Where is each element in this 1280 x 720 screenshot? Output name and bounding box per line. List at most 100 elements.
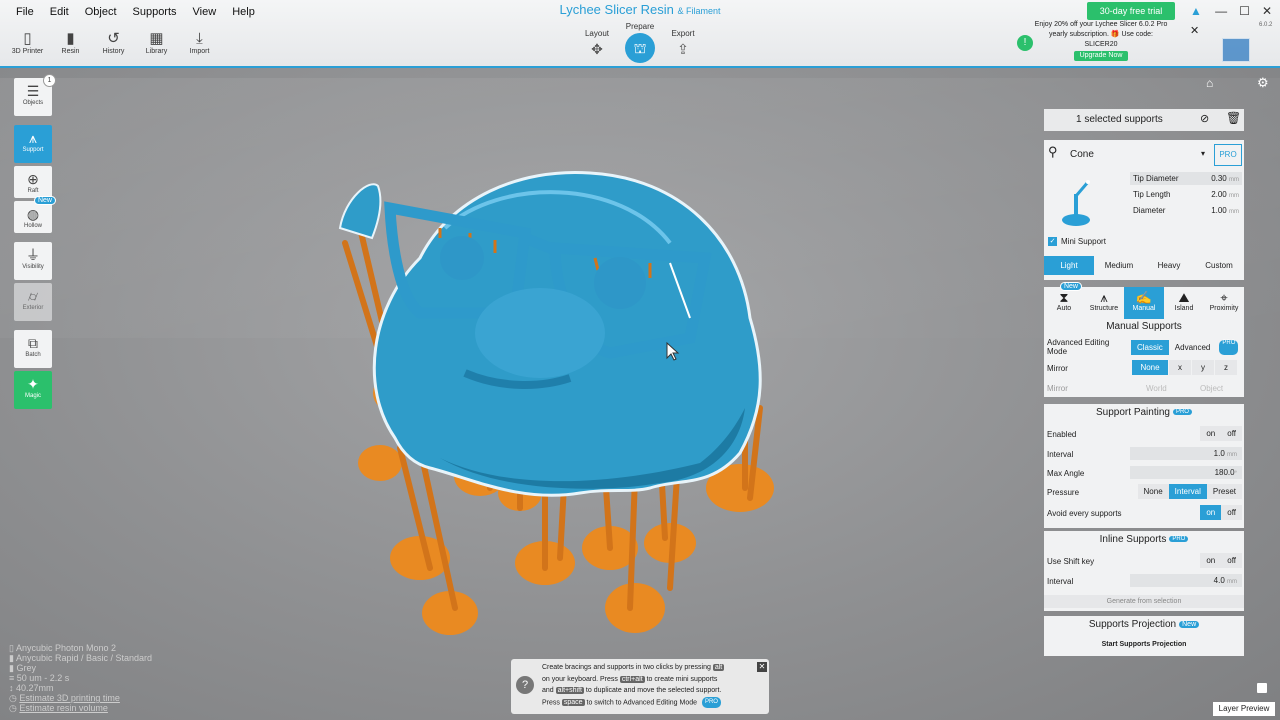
mirror-x[interactable]: x — [1169, 360, 1191, 375]
support-mode-manual[interactable]: ✍ Manual — [1124, 287, 1164, 319]
shift-key-toggle[interactable]: on off — [1200, 553, 1242, 568]
mirror-y[interactable]: y — [1192, 360, 1214, 375]
tip-text-3b: to duplicate and move the selected suppo… — [585, 687, 722, 694]
maximize-icon[interactable]: ☐ — [1239, 4, 1250, 18]
enabled-toggle[interactable]: on off — [1200, 426, 1242, 441]
estimate-time-link[interactable]: Estimate 3D printing time — [19, 693, 120, 703]
preset-light[interactable]: Light — [1044, 256, 1094, 275]
raft-button[interactable]: ⊕ Raft — [14, 166, 52, 198]
toggle-on[interactable]: on — [1200, 553, 1222, 568]
mirror-none[interactable]: None — [1132, 360, 1168, 375]
mode-layout[interactable]: Layout ✥ — [577, 29, 617, 58]
visibility-button[interactable]: ⏚ Visibility — [14, 242, 52, 280]
world-option: World — [1146, 384, 1167, 393]
advanced-mode-button[interactable]: Advanced — [1169, 340, 1217, 355]
batch-button[interactable]: ⧉ Batch — [14, 330, 52, 368]
generate-from-selection-button[interactable]: Generate from selection — [1044, 595, 1244, 608]
app-title-sub: & Filament — [677, 6, 721, 16]
diameter-row[interactable]: Diameter 1.00 mm — [1130, 204, 1242, 217]
estimate-volume-link[interactable]: Estimate resin volume — [19, 703, 108, 713]
minimize-icon[interactable]: — — [1215, 4, 1227, 18]
start-projection-button[interactable]: Start Supports Projection — [1044, 641, 1244, 648]
layer-row: ≡ 50 um - 2.2 s — [9, 673, 152, 683]
app-title-main: Lychee Slicer Resin — [559, 2, 674, 17]
interval-input[interactable]: 1.0 mm — [1130, 447, 1242, 460]
support-button[interactable]: ⩚ Support — [14, 125, 52, 163]
interval-unit: mm — [1227, 452, 1237, 458]
toggle-off[interactable]: off — [1221, 553, 1242, 568]
tool-label: 3D Printer — [11, 48, 44, 55]
magic-button[interactable]: ✦ Magic — [14, 371, 52, 409]
version-label: 6.0.2 — [1259, 22, 1273, 28]
pressure-none[interactable]: None — [1137, 484, 1169, 499]
toggle-on[interactable]: on — [1200, 426, 1222, 441]
free-trial-button[interactable]: 30-day free trial — [1087, 2, 1175, 20]
pressure-preset[interactable]: Preset — [1206, 484, 1242, 499]
mirror-z[interactable]: z — [1215, 360, 1237, 375]
pro-badge: PRO — [1219, 340, 1239, 355]
support-dimensions: Tip Diameter 0.30 mm Tip Length 2.00 mm Di… — [1130, 172, 1242, 217]
preset-heavy[interactable]: Heavy — [1144, 256, 1194, 275]
hollow-button[interactable]: ◍ Hollow New — [14, 196, 56, 233]
tip-text-4a: Press — [542, 699, 560, 707]
tool-import-button[interactable]: ⤓ Import — [178, 30, 221, 55]
classic-mode-button[interactable]: Classic — [1131, 340, 1169, 355]
support-mode-icon: ⛫ — [625, 33, 655, 63]
tool-library-button[interactable]: ▦ Library — [135, 30, 178, 55]
pro-badge: PRO — [1172, 409, 1192, 416]
delete-icon[interactable]: 🗑 — [1226, 111, 1241, 125]
preset-medium[interactable]: Medium — [1094, 256, 1144, 275]
max-angle-label: Max Angle — [1047, 469, 1085, 478]
tip-text-4b: to switch to Advanced Editing Mode — [586, 699, 698, 707]
close-tip-icon[interactable]: ✕ — [757, 662, 767, 672]
max-angle-input[interactable]: 180.0° — [1130, 466, 1242, 479]
preset-custom[interactable]: Custom — [1194, 256, 1244, 275]
pressure-interval[interactable]: Interval — [1168, 484, 1207, 499]
objects-button[interactable]: ☰ Objects 1 — [14, 74, 56, 116]
settings-icon[interactable]: ⚙ — [1257, 75, 1269, 91]
shift-key-label: Use Shift key — [1047, 557, 1095, 566]
pro-button[interactable]: PRO — [1214, 144, 1242, 166]
mode-export[interactable]: Export ⇪ — [663, 29, 703, 58]
resin-row: ▮ Anycubic Rapid / Basic / Standard — [9, 653, 152, 663]
upgrade-button[interactable]: Upgrade Now — [1073, 51, 1129, 61]
object-option: Object — [1200, 384, 1224, 393]
advanced-editing-label: Advanced Editing Mode — [1047, 338, 1110, 356]
close-promo-icon[interactable]: ✕ — [1190, 24, 1199, 37]
mini-support-checkbox[interactable]: ✓ Mini Support — [1048, 237, 1106, 246]
visibility-label: Visibility — [22, 264, 44, 270]
tool-resin-button[interactable]: ▮ Resin — [49, 30, 92, 55]
shape-select[interactable]: Cone — [1070, 149, 1094, 160]
hide-icon[interactable]: ⊘ — [1200, 112, 1209, 125]
layer-preview-button[interactable]: Layer Preview — [1213, 702, 1275, 716]
view-cube[interactable] — [1222, 38, 1250, 62]
support-mode-structure[interactable]: ⩚ Structure — [1084, 287, 1124, 319]
new-badge: New — [33, 196, 56, 205]
warning-icon[interactable]: ▲ — [1190, 4, 1202, 18]
model-eye — [440, 236, 484, 280]
close-window-icon[interactable]: ✕ — [1262, 4, 1272, 18]
avoid-supports-toggle[interactable]: on off — [1200, 505, 1242, 520]
promo-code: SLICER20 — [1084, 41, 1118, 48]
tool-history-button[interactable]: ↺ History — [92, 30, 135, 55]
tip-diameter-row[interactable]: Tip Diameter 0.30 mm — [1130, 172, 1242, 185]
mode-prepare[interactable]: Prepare ⛫ — [620, 22, 660, 63]
chevron-down-icon[interactable]: ▾ — [1201, 149, 1205, 158]
mode-export-label: Export — [671, 29, 695, 38]
inline-interval-label: Interval — [1047, 577, 1074, 586]
support-mode-proximity[interactable]: ⌖ Proximity — [1204, 287, 1244, 319]
support-mode-auto[interactable]: ⧗ Auto New — [1044, 282, 1084, 319]
tool-3d-printer-button[interactable]: ▯ 3D Printer — [6, 30, 49, 55]
layer-slider-handle[interactable] — [1257, 683, 1267, 693]
key-alt-shift: alt+shift — [555, 687, 584, 694]
support-mode-island[interactable]: ⛰ Island — [1164, 287, 1204, 319]
home-icon[interactable]: ⌂ — [1206, 76, 1213, 90]
toggle-on[interactable]: on — [1200, 505, 1222, 520]
raft-label: Raft — [27, 188, 39, 194]
toggle-off[interactable]: off — [1221, 426, 1242, 441]
support-base — [605, 583, 665, 633]
tip-length-row[interactable]: Tip Length 2.00 mm — [1130, 188, 1242, 201]
inline-interval-input[interactable]: 4.0 mm — [1130, 574, 1242, 587]
support-mode-label: Auto — [1056, 305, 1072, 312]
toggle-off[interactable]: off — [1221, 505, 1242, 520]
